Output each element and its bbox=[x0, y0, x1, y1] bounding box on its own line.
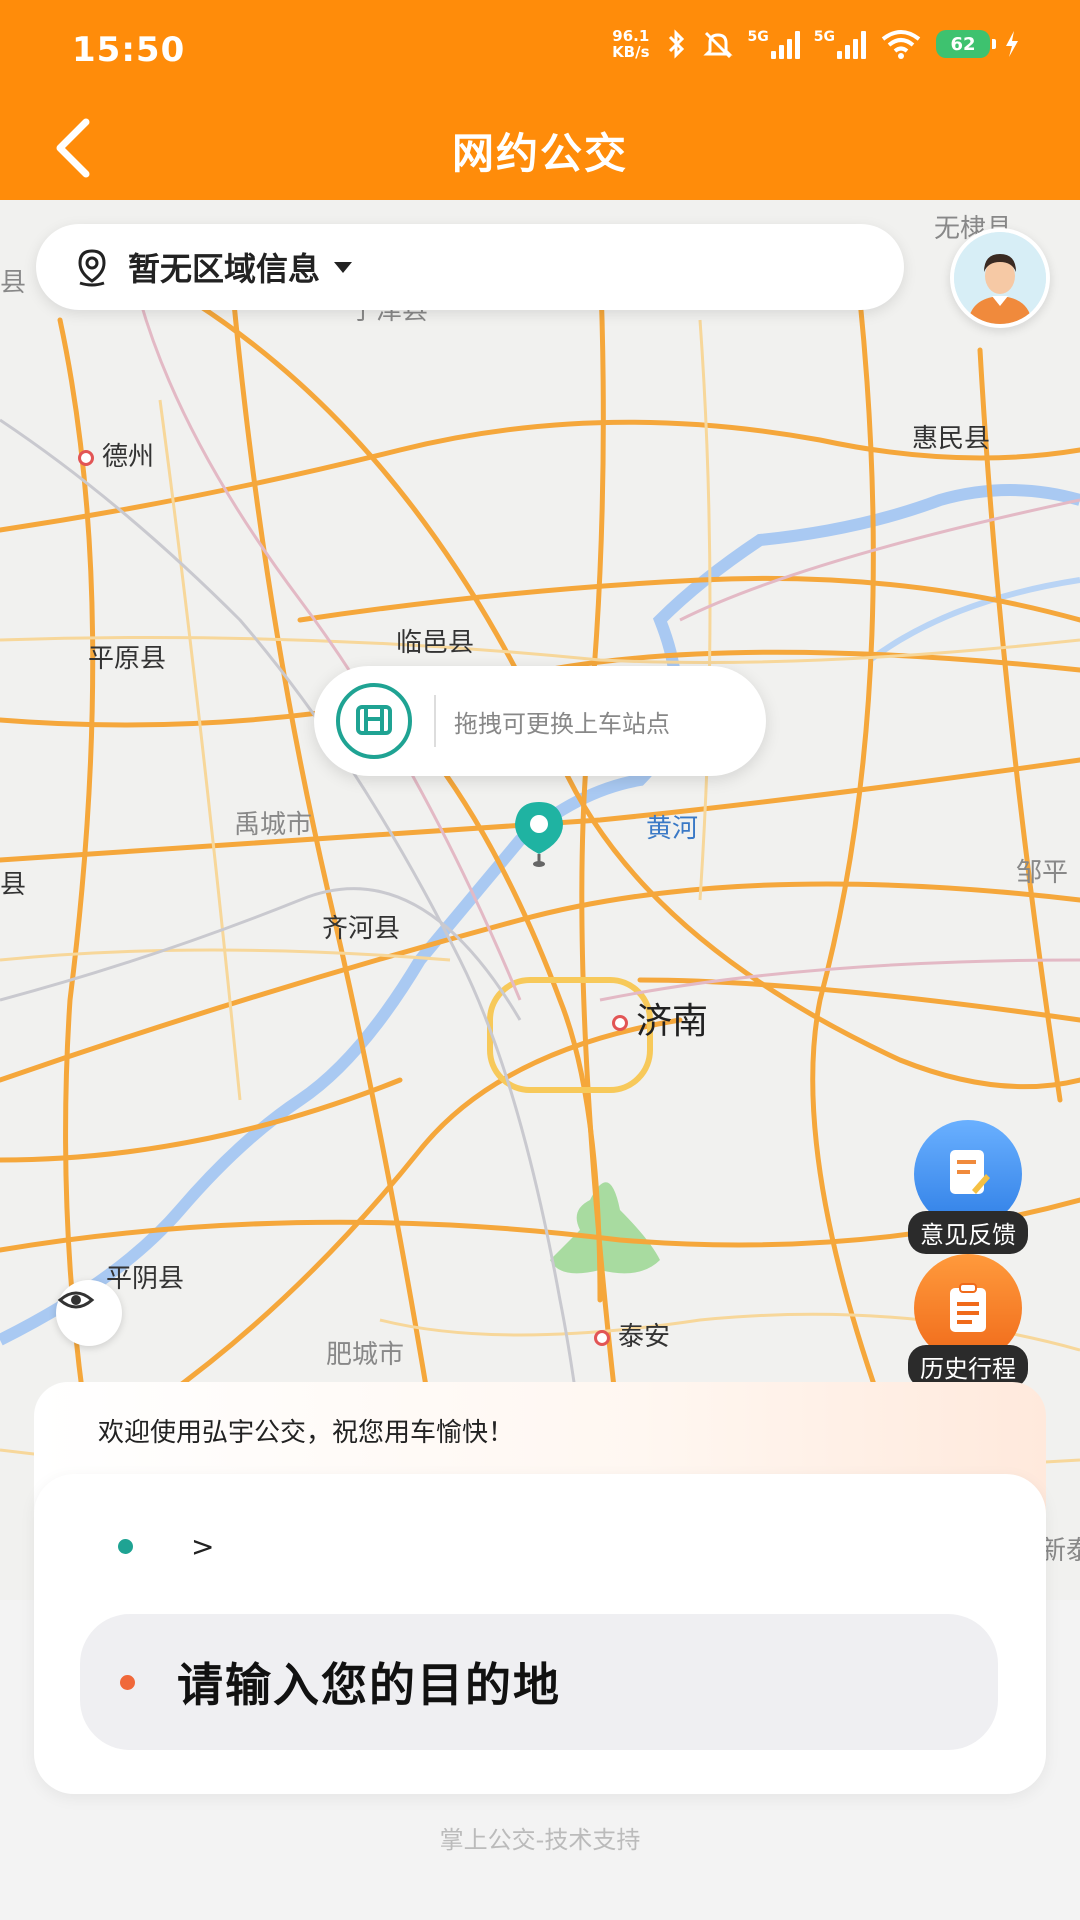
feedback-button[interactable]: 意见反馈 bbox=[898, 1120, 1038, 1254]
city-marker bbox=[78, 449, 94, 466]
network-speed-unit: KB/s bbox=[612, 43, 650, 61]
map-label-huiminxian: 惠民县 bbox=[912, 424, 991, 454]
map-label-text: 济南 bbox=[636, 1001, 709, 1042]
locate-me-button[interactable] bbox=[56, 1280, 122, 1346]
feedback-label: 意见反馈 bbox=[908, 1211, 1028, 1254]
map-label-pingyuanxian: 平原县 bbox=[88, 644, 167, 674]
region-label: 暂无区域信息 bbox=[128, 250, 321, 288]
charging-icon bbox=[1006, 31, 1018, 57]
mute-icon bbox=[702, 31, 733, 59]
origin-row[interactable]: > bbox=[118, 1530, 214, 1563]
boarding-pin-icon[interactable] bbox=[509, 798, 569, 868]
map-label-jingxian: 景县 bbox=[0, 268, 27, 298]
trip-card: > 请输入您的目的地 bbox=[34, 1474, 1046, 1794]
map-label-yuchengshi: 禹城市 bbox=[234, 810, 313, 840]
caret-down-icon bbox=[334, 261, 353, 273]
map-label-gaotangxian: 唐县 bbox=[0, 870, 27, 900]
map-label-text: 德州 bbox=[102, 442, 155, 472]
signal-sim1: 5G bbox=[748, 29, 800, 59]
map-label-taian[interactable]: 泰安 bbox=[594, 1316, 670, 1353]
map-label-feichengshi: 肥城市 bbox=[326, 1340, 405, 1370]
network-speed-value: 96.1 bbox=[612, 27, 650, 45]
signal-sim2: 5G bbox=[814, 29, 866, 59]
tooltip-divider bbox=[434, 695, 436, 747]
map-label-xintai: 新泰 bbox=[1040, 1536, 1080, 1566]
destination-placeholder: 请输入您的目的地 bbox=[177, 1658, 561, 1712]
map-label-dezhou[interactable]: 德州 bbox=[78, 436, 154, 473]
station-tooltip[interactable]: 拖拽可更换上车站点 bbox=[314, 666, 766, 776]
sim2-label: 5G bbox=[813, 29, 835, 45]
city-marker bbox=[612, 1015, 628, 1031]
map-label-linyixian: 临邑县 bbox=[396, 628, 475, 658]
battery-indicator: 62 bbox=[936, 30, 996, 58]
footer-credit: 掌上公交-技术支持 bbox=[439, 1826, 641, 1854]
map-label-zouping: 邹平 bbox=[1016, 858, 1069, 888]
user-avatar[interactable] bbox=[950, 228, 1050, 328]
map-label-text: 泰安 bbox=[618, 1322, 671, 1352]
map-label-pingyinxian: 平阴县 bbox=[106, 1264, 185, 1294]
status-time: 15:50 bbox=[72, 30, 186, 70]
region-selector[interactable]: 暂无区域信息 bbox=[36, 224, 904, 310]
chevron-right-icon: > bbox=[191, 1530, 215, 1563]
locate-icon bbox=[57, 1291, 95, 1309]
map-label-jinan[interactable]: 济南 bbox=[612, 992, 708, 1044]
app-header: 15:50 96.1 KB/s 5G 5G 62 网约公交 bbox=[0, 0, 1080, 200]
sim1-label: 5G bbox=[747, 29, 769, 45]
page-title: 网约公交 bbox=[451, 129, 628, 178]
status-icons: 96.1 KB/s 5G 5G 62 bbox=[612, 28, 1020, 60]
tooltip-text: 拖拽可更换上车站点 bbox=[454, 709, 670, 738]
map-label-huanghe: 黄河 bbox=[646, 814, 699, 844]
city-marker bbox=[594, 1329, 610, 1346]
origin-dot bbox=[118, 1539, 133, 1554]
network-speed: 96.1 KB/s bbox=[612, 28, 649, 60]
bus-stop-icon bbox=[336, 683, 412, 759]
location-pin-icon bbox=[78, 249, 106, 287]
bluetooth-icon bbox=[668, 29, 684, 59]
history-button[interactable]: 历史行程 bbox=[898, 1254, 1038, 1388]
map-label-qihexian: 齐河县 bbox=[322, 914, 401, 944]
wifi-icon bbox=[881, 30, 921, 59]
welcome-text: 欢迎使用弘宇公交，祝您用车愉快！ bbox=[98, 1418, 515, 1448]
avatar-icon bbox=[954, 232, 1046, 324]
destination-dot bbox=[120, 1674, 135, 1690]
destination-input[interactable]: 请输入您的目的地 bbox=[80, 1614, 998, 1750]
